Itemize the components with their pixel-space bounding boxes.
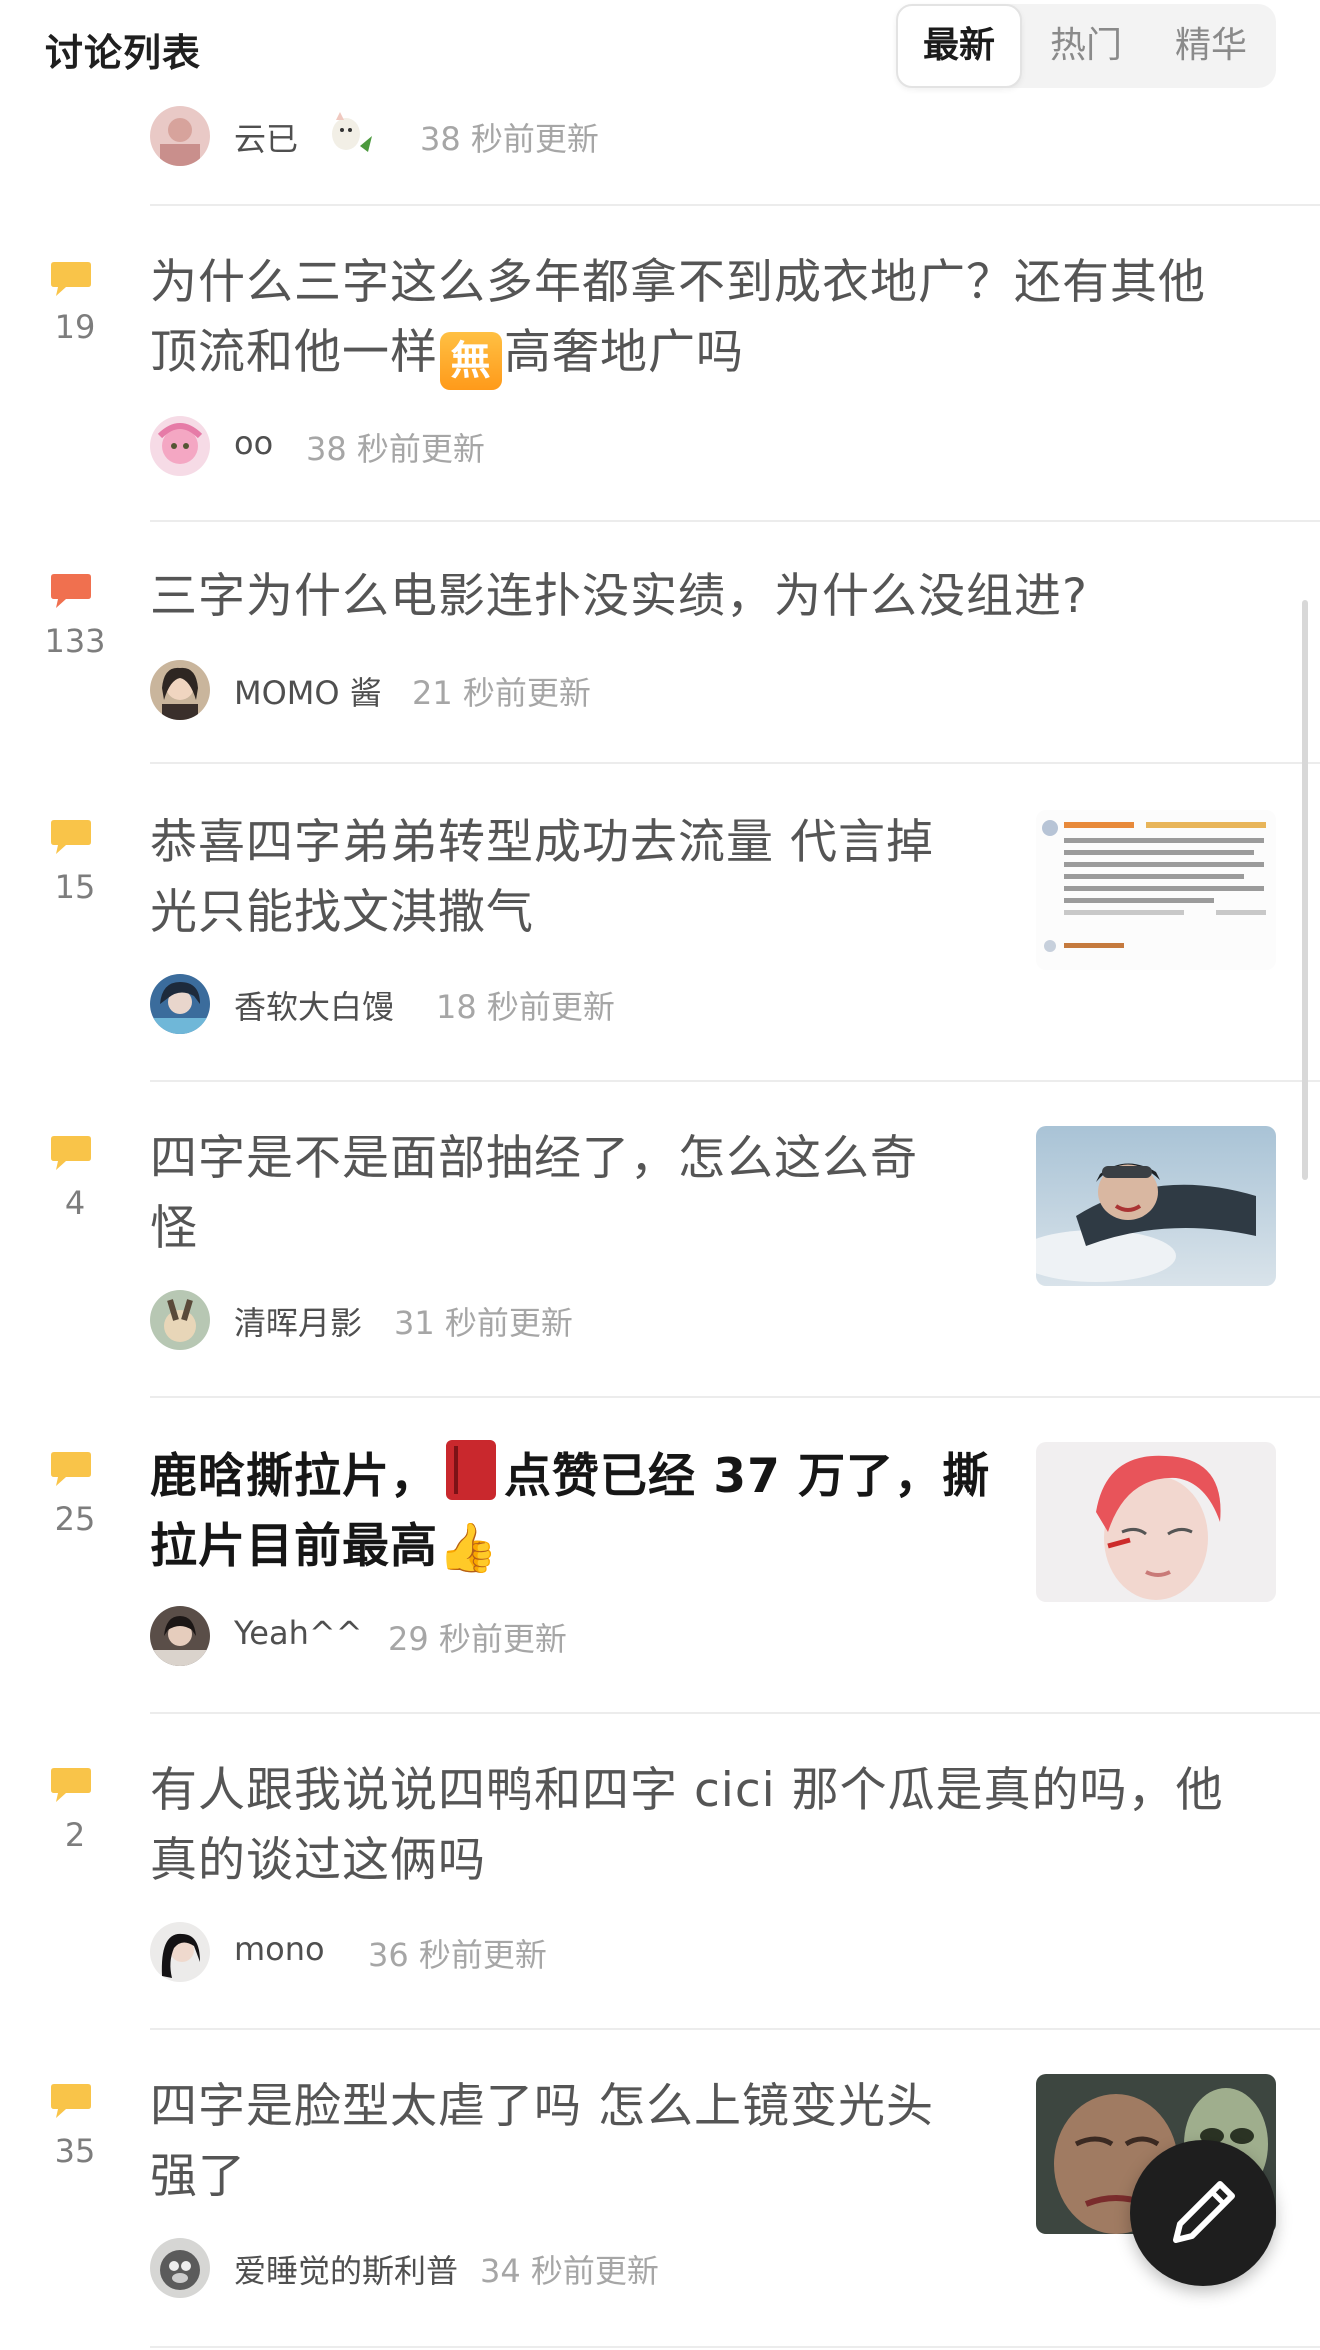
avatar[interactable] <box>150 106 210 166</box>
comment-bubble-icon <box>50 2082 92 2118</box>
comment-count: 19 <box>54 308 96 346</box>
update-time: 38 秒前更新 <box>420 120 599 158</box>
title-segment: 高奢地广吗 <box>504 325 744 380</box>
topic-title[interactable]: 为什么三字这么多年都拿不到成衣地广？还有其他 顶流和他一样無高奢地广吗 <box>150 248 1280 390</box>
list-item[interactable]: 35 四字是脸型太虐了吗 怎么上镜变光头 强了 爱睡觉的斯利普 34 秒前更新 <box>0 2028 1320 2350</box>
list-item[interactable]: 25 鹿晗撕拉片， 点赞已经 37 万了，撕 拉片目前最高👍 Yeah^^ 29 … <box>0 1396 1320 1714</box>
page-title: 讨论列表 <box>45 31 202 75</box>
title-line: 强了 <box>150 2149 246 2204</box>
update-time: 29 秒前更新 <box>388 1620 567 1658</box>
comment-count: 35 <box>54 2132 96 2170</box>
comment-bubble-icon <box>50 1134 92 1170</box>
update-time: 34 秒前更新 <box>480 2252 659 2290</box>
comment-bubble-icon <box>50 818 92 854</box>
tab-hot[interactable]: 热门 <box>1024 4 1148 88</box>
comment-bubble-icon <box>50 1450 92 1486</box>
thumbs-up-icon: 👍 <box>438 1520 499 1576</box>
title-segment: 点赞已经 37 万了，撕 <box>504 1449 991 1504</box>
update-time: 36 秒前更新 <box>368 1936 547 1974</box>
title-line: 光只能找文淇撒气 <box>150 885 534 940</box>
topic-title[interactable]: 有人跟我说说四鸭和四字 cici 那个瓜是真的吗，他 真的谈过这俩吗 <box>150 1756 1280 1896</box>
comment-count: 2 <box>64 1816 86 1854</box>
topic-title[interactable]: 四字是不是面部抽经了，怎么这么奇 怪 <box>150 1124 1010 1264</box>
comment-bubble-icon <box>50 1766 92 1802</box>
author-name[interactable]: 清晖月影 <box>234 1298 362 1344</box>
list-item[interactable]: 2 有人跟我说说四鸭和四字 cici 那个瓜是真的吗，他 真的谈过这俩吗 mon… <box>0 1712 1320 2030</box>
comment-count: 4 <box>64 1184 86 1222</box>
comment-bubble-icon <box>50 260 92 296</box>
title-line: 恭喜四字弟弟转型成功去流量 代言掉 <box>150 815 934 870</box>
comment-count: 15 <box>54 868 96 906</box>
avatar[interactable] <box>150 1922 210 1982</box>
title-segment: 鹿晗撕拉片， <box>150 1449 438 1504</box>
title-segment: 顶流和他一样 <box>150 325 438 380</box>
title-line: 真的谈过这俩吗 <box>150 1833 486 1888</box>
title-line: 拉片目前最高👍 <box>150 1512 1030 1583</box>
avatar[interactable] <box>150 660 210 720</box>
comment-count: 25 <box>54 1500 96 1538</box>
title-segment: 拉片目前最高 <box>150 1519 438 1574</box>
title-line: 鹿晗撕拉片， 点赞已经 37 万了，撕 <box>150 1440 1030 1512</box>
discussion-list-page: 讨论列表 最新 热门 精华 云已 38 秒前更新 19 为什么三字这么多年都拿不… <box>0 0 1320 2350</box>
author-name[interactable]: Yeah^^ <box>234 1614 363 1652</box>
author-name[interactable]: 云已 <box>234 114 298 160</box>
author-name[interactable]: MOMO 酱 <box>234 668 382 714</box>
header: 讨论列表 最新 热门 精华 <box>0 0 1320 92</box>
avatar[interactable] <box>150 416 210 476</box>
scrollbar[interactable] <box>1302 600 1308 1180</box>
list-item[interactable]: 云已 38 秒前更新 <box>0 100 1320 206</box>
topic-title[interactable]: 三字为什么电影连扑没实绩，为什么没组进? <box>150 562 1280 632</box>
author-name[interactable]: 爱睡觉的斯利普 <box>234 2246 458 2292</box>
author-name[interactable]: mono <box>234 1930 325 1968</box>
avatar[interactable] <box>150 974 210 1034</box>
title-line: 为什么三字这么多年都拿不到成衣地广？还有其他 <box>150 255 1206 310</box>
user-badge-icon <box>322 106 378 166</box>
divider <box>150 2346 1320 2348</box>
new-post-button[interactable] <box>1130 2140 1276 2286</box>
update-time: 38 秒前更新 <box>306 430 485 468</box>
free-badge-icon: 無 <box>440 332 502 390</box>
pen-icon <box>1173 2181 1235 2243</box>
title-line: 顶流和他一样無高奢地广吗 <box>150 318 1280 390</box>
title-line: 怪 <box>150 1201 198 1256</box>
list-item[interactable]: 4 四字是不是面部抽经了，怎么这么奇 怪 清晖月影 31 秒前更新 <box>0 1080 1320 1398</box>
title-line: 有人跟我说说四鸭和四字 cici 那个瓜是真的吗，他 <box>150 1763 1224 1818</box>
topic-title[interactable]: 鹿晗撕拉片， 点赞已经 37 万了，撕 拉片目前最高👍 <box>150 1440 1030 1583</box>
avatar[interactable] <box>150 2238 210 2298</box>
topic-thumbnail[interactable] <box>1036 810 1276 970</box>
avatar[interactable] <box>150 1606 210 1666</box>
author-name[interactable]: 香软大白馒 <box>234 982 394 1028</box>
avatar[interactable] <box>150 1290 210 1350</box>
sort-tabs: 最新 热门 精华 <box>896 4 1276 88</box>
divider <box>150 204 1320 206</box>
topic-thumbnail[interactable] <box>1036 1126 1276 1286</box>
author-name[interactable]: oo <box>234 424 273 462</box>
title-line: 三字为什么电影连扑没实绩，为什么没组进? <box>150 569 1088 624</box>
update-time: 21 秒前更新 <box>412 674 591 712</box>
topic-thumbnail[interactable] <box>1036 1442 1276 1602</box>
topic-title[interactable]: 恭喜四字弟弟转型成功去流量 代言掉 光只能找文淇撒气 <box>150 808 1010 948</box>
red-book-icon <box>446 1440 496 1500</box>
update-time: 18 秒前更新 <box>436 988 615 1026</box>
list-item[interactable]: 133 三字为什么电影连扑没实绩，为什么没组进? MOMO 酱 21 秒前更新 <box>0 522 1320 766</box>
tab-featured[interactable]: 精华 <box>1148 4 1274 88</box>
comment-count: 133 <box>44 622 106 660</box>
list-item[interactable]: 15 恭喜四字弟弟转型成功去流量 代言掉 光只能找文淇撒气 香软大白馒 18 秒… <box>0 764 1320 1082</box>
title-line: 四字是不是面部抽经了，怎么这么奇 <box>150 1131 918 1186</box>
tab-latest[interactable]: 最新 <box>896 4 1022 88</box>
update-time: 31 秒前更新 <box>394 1304 573 1342</box>
title-line: 四字是脸型太虐了吗 怎么上镜变光头 <box>150 2079 934 2134</box>
comment-bubble-icon <box>50 572 92 608</box>
list-item[interactable]: 19 为什么三字这么多年都拿不到成衣地广？还有其他 顶流和他一样無高奢地广吗 o… <box>0 208 1320 524</box>
topic-title[interactable]: 四字是脸型太虐了吗 怎么上镜变光头 强了 <box>150 2072 1010 2212</box>
